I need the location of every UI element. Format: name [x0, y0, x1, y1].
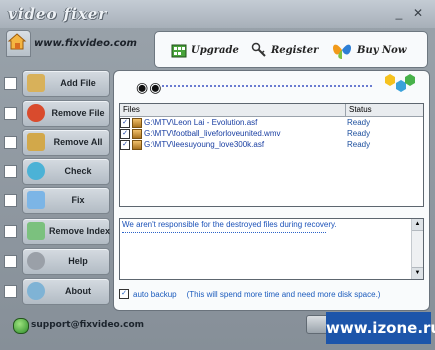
sidebar-item-remove-index[interactable]: Remove Index [4, 218, 110, 245]
check-label: Check [64, 166, 92, 176]
table-row[interactable]: ✓ G:\MTV\football_liveforloveunited.wmv … [120, 128, 423, 139]
divider [162, 85, 372, 87]
main-panel: ◉◉ Files Status ✓ G:\MTV\Leon Lai - Evol… [113, 70, 430, 311]
table-row[interactable]: ✓ G:\MTV\leesuyoung_love300k.asf Ready [120, 139, 423, 150]
sidebar-item-fix[interactable]: Fix [4, 187, 110, 214]
sidebar-marker [4, 285, 17, 298]
eyes-icon: ◉◉ [136, 79, 163, 95]
close-button[interactable]: ✕ [411, 6, 425, 20]
sidebar-marker [4, 136, 17, 149]
table-row[interactable]: ✓ G:\MTV\Leon Lai - Evolution.asf Ready [120, 117, 423, 128]
remove-file-icon [27, 104, 45, 122]
top-toolbar: Upgrade Register Buy Now [154, 31, 428, 68]
fix-label: Fix [71, 195, 85, 205]
file-checkbox[interactable]: ✓ [120, 139, 130, 150]
key-icon [251, 42, 266, 57]
buy-now-icon [332, 44, 352, 59]
remove-index-button[interactable]: Remove Index [22, 218, 110, 245]
add-file-label: Add File [60, 78, 96, 88]
scroll-down-icon[interactable]: ▼ [412, 267, 423, 279]
file-cell: ✓ G:\MTV\Leon Lai - Evolution.asf [120, 117, 344, 128]
message-text: We aren't responsible for the destroyed … [122, 220, 337, 229]
fix-tool-icon [27, 191, 45, 209]
column-header-files[interactable]: Files [120, 104, 346, 116]
about-button[interactable]: About [22, 278, 110, 305]
auto-backup-label[interactable]: auto backup [133, 290, 177, 299]
info-icon [27, 282, 45, 300]
file-checkbox[interactable]: ✓ [120, 128, 130, 139]
remove-index-icon [27, 222, 45, 240]
remove-index-label: Remove Index [49, 226, 111, 236]
sidebar-marker [4, 194, 17, 207]
about-label: About [65, 286, 91, 296]
home-button[interactable] [6, 30, 31, 57]
video-file-icon [132, 139, 142, 150]
sidebar-item-remove-file[interactable]: Remove File [4, 100, 110, 127]
remove-file-button[interactable]: Remove File [22, 100, 110, 127]
website-url[interactable]: www.fixvideo.com [34, 38, 137, 49]
watermark: www.izone.ru [326, 312, 435, 344]
sidebar-item-about[interactable]: About [4, 278, 110, 305]
sidebar-marker [4, 107, 17, 120]
remove-file-label: Remove File [51, 108, 105, 118]
sidebar-marker [4, 225, 17, 238]
register-button[interactable]: Register [251, 39, 318, 61]
auto-backup-row: ✓ auto backup (This will spend more time… [119, 289, 380, 299]
video-file-icon [132, 117, 142, 128]
sidebar-item-help[interactable]: Help [4, 248, 110, 275]
file-path: G:\MTV\leesuyoung_love300k.asf [144, 140, 265, 149]
file-path: G:\MTV\Leon Lai - Evolution.asf [144, 118, 258, 127]
remove-all-button[interactable]: Remove All [22, 129, 110, 156]
check-button[interactable]: Check [22, 158, 110, 185]
support-icon [13, 318, 29, 334]
folder-open-icon [27, 74, 45, 92]
auto-backup-note: (This will spend more time and need more… [186, 289, 381, 299]
upgrade-label: Upgrade [191, 44, 239, 56]
file-list-header: Files Status [120, 104, 423, 117]
sidebar-marker [4, 165, 17, 178]
help-icon [27, 252, 45, 270]
file-status: Ready [347, 118, 371, 127]
app-title: video fixer [8, 5, 108, 23]
sidebar-item-check[interactable]: Check [4, 158, 110, 185]
remove-all-label: Remove All [53, 137, 103, 147]
file-status: Ready [347, 140, 371, 149]
video-file-icon [132, 128, 142, 139]
buy-now-label: Buy Now [357, 44, 407, 56]
add-file-button[interactable]: Add File [22, 70, 110, 97]
file-path: G:\MTV\football_liveforloveunited.wmv [144, 129, 281, 138]
help-button[interactable]: Help [22, 248, 110, 275]
sidebar-marker [4, 255, 17, 268]
app-window: video fixer _ ✕ www.fixvideo.com Upgrade… [0, 0, 435, 350]
sidebar-marker [4, 77, 17, 90]
file-cell: ✓ G:\MTV\football_liveforloveunited.wmv [120, 128, 344, 139]
file-list[interactable]: Files Status ✓ G:\MTV\Leon Lai - Evoluti… [119, 103, 424, 207]
file-cell: ✓ G:\MTV\leesuyoung_love300k.asf [120, 139, 344, 150]
upgrade-icon [171, 44, 187, 58]
register-label: Register [271, 44, 319, 56]
title-bar[interactable]: video fixer _ ✕ [0, 0, 435, 28]
message-box[interactable]: We aren't responsible for the destroyed … [119, 218, 424, 280]
scroll-up-icon[interactable]: ▲ [412, 219, 423, 231]
recycle-bin-icon [27, 133, 45, 151]
hexagons-decoration [385, 74, 415, 92]
home-icon [7, 33, 27, 50]
auto-backup-checkbox[interactable]: ✓ [119, 289, 129, 299]
magnifier-check-icon [27, 162, 45, 180]
column-header-status[interactable]: Status [346, 104, 423, 116]
minimize-button[interactable]: _ [392, 6, 406, 20]
sidebar-item-add-file[interactable]: Add File [4, 70, 110, 97]
file-status: Ready [347, 129, 371, 138]
file-checkbox[interactable]: ✓ [120, 117, 130, 128]
fix-button[interactable]: Fix [22, 187, 110, 214]
vertical-scrollbar[interactable]: ▲ ▼ [411, 219, 423, 279]
upgrade-button[interactable]: Upgrade [171, 39, 239, 61]
support-email[interactable]: support@fixvideo.com [31, 320, 144, 330]
message-underline [122, 232, 326, 233]
help-label: Help [68, 256, 88, 266]
buy-now-button[interactable]: Buy Now [331, 39, 406, 61]
sidebar-item-remove-all[interactable]: Remove All [4, 129, 110, 156]
